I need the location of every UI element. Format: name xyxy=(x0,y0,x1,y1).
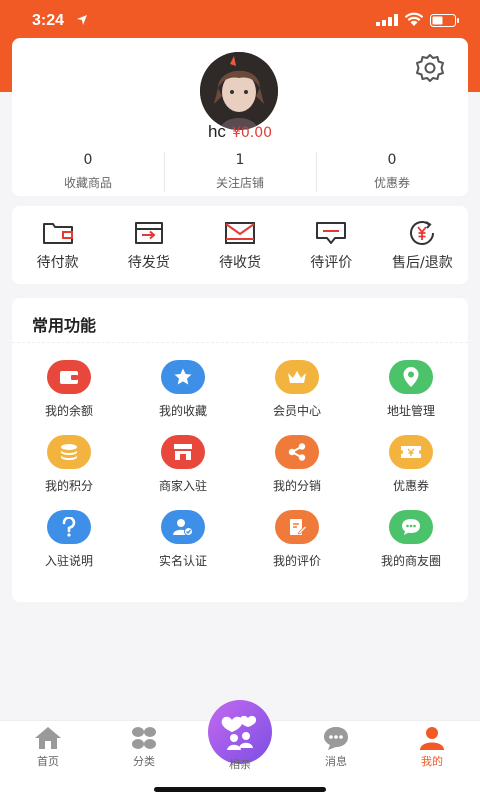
order-pending-review[interactable]: 待评价 xyxy=(286,206,377,284)
stat-followed-shops[interactable]: 1 关注店铺 xyxy=(164,150,316,194)
feature-real-name-verification[interactable]: 实名认证 xyxy=(126,510,240,569)
feature-coupons[interactable]: 优惠券 xyxy=(354,435,468,494)
feature-label: 入驻说明 xyxy=(44,554,93,568)
coupon-icon xyxy=(389,435,433,469)
order-label: 待付款 xyxy=(36,255,79,271)
feature-label: 我的收藏 xyxy=(158,404,207,418)
chat-bubble-icon xyxy=(389,510,433,544)
feature-member-center[interactable]: 会员中心 xyxy=(240,360,354,419)
order-label: 售后/退款 xyxy=(392,255,453,271)
user-info: hc ¥0.00 xyxy=(12,122,468,142)
tab-label: 我的 xyxy=(421,755,443,768)
tab-category[interactable]: 分类 xyxy=(112,725,176,769)
location-pin-icon xyxy=(389,360,433,394)
crown-icon xyxy=(275,360,319,394)
stat-label: 优惠券 xyxy=(373,176,410,190)
common-functions-card: 常用功能 我的余额 我的收藏 会员中心 地址管理 我的积分 商家入驻 我的分销 … xyxy=(12,298,468,602)
star-icon xyxy=(161,360,205,394)
feature-label: 商家入驻 xyxy=(158,479,207,493)
user-balance: ¥0.00 xyxy=(231,125,273,141)
feature-address-management[interactable]: 地址管理 xyxy=(354,360,468,419)
message-icon xyxy=(324,727,348,750)
battery-icon xyxy=(430,14,459,27)
feature-my-points[interactable]: 我的积分 xyxy=(12,435,126,494)
status-time: 3:24 xyxy=(32,12,65,29)
tab-messages[interactable]: 消息 xyxy=(304,725,368,769)
stat-label: 关注店铺 xyxy=(215,176,264,190)
feature-my-distribution[interactable]: 我的分销 xyxy=(240,435,354,494)
feature-join-instructions[interactable]: 入驻说明 xyxy=(12,510,126,569)
feature-label: 会员中心 xyxy=(272,404,321,418)
feature-label: 我的积分 xyxy=(44,479,93,493)
tab-label: 首页 xyxy=(37,755,59,768)
settings-gear-icon[interactable] xyxy=(414,52,446,84)
user-name: hc xyxy=(207,122,226,141)
feature-label: 我的余额 xyxy=(44,404,93,418)
avatar[interactable] xyxy=(200,52,278,130)
stat-count: 1 xyxy=(235,152,245,168)
wallet-icon xyxy=(47,360,91,394)
signal-icon xyxy=(376,14,398,26)
location-arrow-icon xyxy=(77,15,87,25)
wallet-outline-icon xyxy=(42,223,73,244)
feature-my-business-circle[interactable]: 我的商友圈 xyxy=(354,510,468,569)
feature-my-reviews[interactable]: 我的评价 xyxy=(240,510,354,569)
comment-icon xyxy=(316,222,347,244)
tab-label: 相亲 xyxy=(229,758,251,771)
order-pending-shipment[interactable]: 待发货 xyxy=(103,206,194,284)
feature-label: 我的商友圈 xyxy=(380,554,441,568)
coins-icon xyxy=(47,435,91,469)
feature-label: 优惠券 xyxy=(392,479,429,493)
order-pending-receipt[interactable]: 待收货 xyxy=(194,206,285,284)
feature-merchant-join[interactable]: 商家入驻 xyxy=(126,435,240,494)
feature-label: 地址管理 xyxy=(386,404,435,418)
edit-note-icon xyxy=(275,510,319,544)
card-arrow-icon xyxy=(134,222,163,244)
orders-card: 待付款 待发货 待收货 待评价 售后/退款 xyxy=(12,206,468,284)
stats-row: 0 收藏商品 1 关注店铺 0 优惠券 xyxy=(12,150,468,194)
order-pending-payment[interactable]: 待付款 xyxy=(12,206,103,284)
category-icon xyxy=(132,727,156,749)
stat-favorite-products[interactable]: 0 收藏商品 xyxy=(12,150,164,194)
stat-label: 收藏商品 xyxy=(63,176,112,190)
share-icon xyxy=(275,435,319,469)
order-after-sale-refund[interactable]: 售后/退款 xyxy=(377,206,468,284)
stat-coupons[interactable]: 0 优惠券 xyxy=(316,150,468,194)
feature-label: 我的评价 xyxy=(272,554,321,568)
status-bar: 3:24 xyxy=(0,0,480,40)
envelope-icon xyxy=(225,222,255,244)
section-title: 常用功能 xyxy=(32,316,97,335)
tab-label: 分类 xyxy=(133,755,155,768)
feature-my-favorites[interactable]: 我的收藏 xyxy=(126,360,240,419)
profile-card: hc ¥0.00 0 收藏商品 1 关注店铺 0 优惠券 xyxy=(12,38,468,196)
home-icon xyxy=(35,727,61,749)
order-label: 待收货 xyxy=(219,255,261,271)
user-verified-icon xyxy=(161,510,205,544)
tab-home[interactable]: 首页 xyxy=(16,725,80,769)
features-grid: 我的余额 我的收藏 会员中心 地址管理 我的积分 商家入驻 我的分销 优惠券 入… xyxy=(12,360,468,569)
tab-mine[interactable]: 我的 xyxy=(400,725,464,769)
avatar-image xyxy=(200,52,278,130)
user-icon xyxy=(420,727,444,750)
yen-refresh-icon xyxy=(410,221,435,245)
tab-matchmaking[interactable] xyxy=(208,700,272,764)
shop-icon xyxy=(161,435,205,469)
wifi-icon xyxy=(404,12,424,26)
stat-count: 0 xyxy=(387,152,397,168)
home-indicator xyxy=(154,787,326,792)
feature-label: 我的分销 xyxy=(272,479,321,493)
divider xyxy=(12,342,468,343)
tab-label: 消息 xyxy=(325,755,347,768)
feature-my-balance[interactable]: 我的余额 xyxy=(12,360,126,419)
couple-hearts-icon xyxy=(221,715,257,750)
order-label: 待评价 xyxy=(310,255,353,271)
feature-label: 实名认证 xyxy=(158,554,207,568)
stat-count: 0 xyxy=(83,152,93,168)
order-label: 待发货 xyxy=(127,255,170,271)
question-icon xyxy=(47,510,91,544)
